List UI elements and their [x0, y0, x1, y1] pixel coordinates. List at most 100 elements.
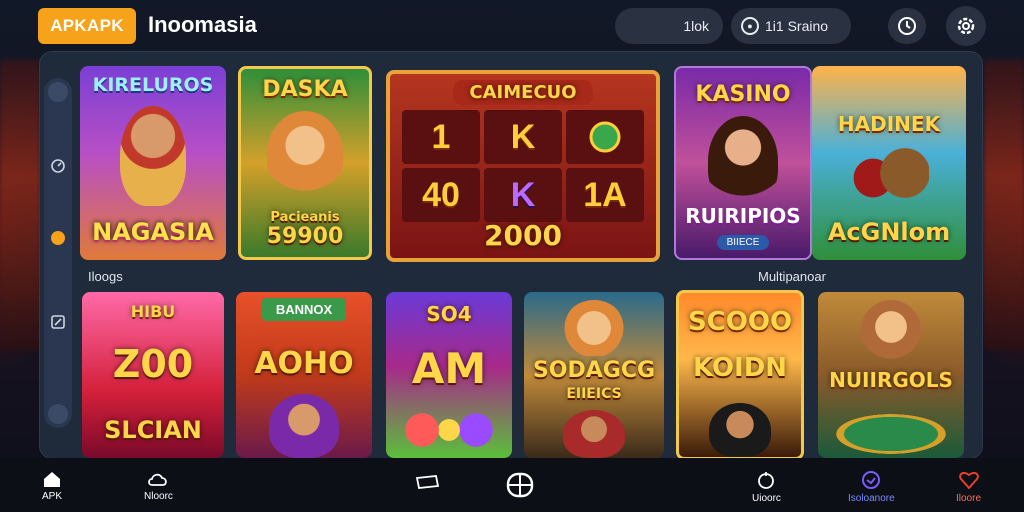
game-title: BANNOX [261, 298, 347, 321]
roulette-table-image [836, 414, 946, 454]
rail-gauge-button[interactable] [48, 156, 68, 176]
jackpot-amount: 2000 [484, 219, 562, 252]
reel-cell [566, 110, 644, 164]
rail-edit-button[interactable] [48, 312, 68, 332]
hostess-image [708, 116, 778, 206]
circle-icon [862, 471, 881, 489]
rail-scroll-knob-bottom[interactable] [48, 404, 68, 424]
game-tile-kasino[interactable]: KASINO RUIRIPIOS BIIECE [674, 66, 812, 260]
games-panel: KIRELUROS NAGASIA DASKA Pacieanis 59900 … [40, 52, 982, 460]
nav-label: Nloorc [144, 491, 173, 502]
game-title: HADINEK [837, 112, 941, 136]
nav-label: Uioorc [752, 493, 781, 504]
balance-value: 1lok [683, 18, 709, 34]
reel-cell: 1A [566, 168, 644, 222]
clock-icon [898, 17, 916, 35]
header: APKAPK Inoomasia 1lok ● 1i1 Sraino [0, 0, 1024, 52]
rail-coin-button[interactable] [48, 228, 68, 248]
nav-item-isoloanore[interactable]: Isoloanore [848, 470, 895, 504]
jackpot-amount: 59900 [266, 224, 344, 249]
game-tile-so4[interactable]: SO4 AM [386, 292, 512, 458]
home-icon [44, 472, 60, 487]
game-subtitle: NAGASIA [92, 218, 214, 246]
side-rail [44, 78, 72, 428]
treasure-image [849, 148, 929, 198]
game-tile-scooo[interactable]: SCOOO KOIDN [676, 290, 804, 460]
site-title: Inoomasia [148, 12, 257, 37]
game-subtitle: AcGNlom [827, 218, 951, 246]
nav-label: Iloore [956, 493, 982, 504]
nav-label: Isoloanore [848, 493, 895, 504]
reel-cell: K [484, 110, 562, 164]
slot-reels: 1 K 40 K 1A [402, 110, 644, 222]
section-label-left: Iloogs [88, 269, 123, 284]
game-badge: BIIECE [716, 235, 770, 250]
game-title: KASINO [695, 82, 791, 107]
coin-icon [589, 121, 621, 153]
region-pill[interactable]: ● 1i1 Sraino [731, 8, 851, 44]
region-label: 1i1 Sraino [765, 18, 829, 34]
rail-scroll-knob-top[interactable] [48, 82, 68, 102]
game-tile-sodagcg[interactable]: SODAGCG EIIEICS [524, 292, 664, 458]
game-tile-kireluros[interactable]: KIRELUROS NAGASIA [80, 66, 226, 260]
edit-icon [51, 315, 65, 329]
nav-item-uioorc[interactable]: Uioorc [752, 470, 781, 504]
game-tile-hibu[interactable]: HIBU Z00 SLCIAN [82, 292, 224, 458]
region-icon: ● [741, 17, 759, 35]
gauge-icon [51, 159, 65, 173]
nav-item-grid[interactable] [506, 472, 534, 501]
heart-icon [958, 471, 979, 490]
game-subtitle: Z00 [112, 342, 194, 386]
game-tile-daska[interactable]: DASKA Pacieanis 59900 [238, 66, 372, 260]
nav-label: APK [42, 491, 63, 502]
game-tile-nuiirgols[interactable]: NUIIRGOLS [818, 292, 964, 458]
character-image [269, 394, 339, 458]
game-subtitle: KOIDN [692, 353, 788, 383]
game-title: SODAGCG [532, 358, 656, 383]
reel-cell: 40 [402, 168, 480, 222]
player-image [563, 410, 625, 458]
nav-item-home[interactable]: APK [42, 470, 62, 502]
balance-pill[interactable]: 1lok [615, 8, 723, 44]
game-tile-caimecuo[interactable]: CAIMECUO 1 K 40 K 1A 2000 [386, 70, 660, 262]
gear-icon [957, 17, 975, 35]
cards-icon [415, 475, 440, 489]
nav-item-iloore[interactable]: Iloore [956, 470, 981, 504]
coin-icon [758, 472, 775, 489]
game-title: NUIIRGOLS [829, 368, 953, 392]
game-title: HIBU [130, 302, 176, 321]
background-slot-machine-left [0, 60, 40, 350]
game-tile-bannox[interactable]: BANNOX AOHO [236, 292, 372, 458]
character-image [120, 106, 186, 206]
nav-item-cards[interactable] [414, 474, 440, 495]
lion-image [563, 300, 625, 356]
coin-icon [51, 231, 65, 245]
cloud-icon [148, 473, 168, 486]
history-button[interactable] [888, 8, 926, 44]
section-label-right: Multipanoar [758, 269, 826, 284]
app-logo[interactable]: APKAPK [38, 8, 136, 44]
candy-image [404, 412, 494, 448]
game-footer: SLCIAN [104, 416, 202, 444]
game-subtitle: AM [411, 344, 487, 393]
lion-image [861, 300, 921, 360]
game-title: SCOOO [687, 307, 793, 337]
reel-cell: 1 [402, 110, 480, 164]
grid-icon [506, 472, 534, 498]
game-title: DASKA [262, 77, 348, 102]
tiger-image [267, 111, 343, 197]
game-title: SO4 [426, 302, 472, 326]
game-subtitle: Pacieanis [270, 210, 340, 225]
bottom-nav: APK Nloorc Uioorc Isoloanore Iloore [0, 458, 1024, 512]
nav-item-nloorc[interactable]: Nloorc [144, 470, 173, 502]
game-title: KIRELUROS [92, 74, 214, 96]
game-subtitle: AOHO [254, 346, 354, 381]
game-subtitle: RUIRIPIOS [685, 204, 801, 228]
game-title: CAIMECUO [453, 80, 593, 105]
settings-button[interactable] [946, 6, 986, 46]
player-image [709, 403, 771, 457]
background-slot-machine-right [984, 60, 1024, 350]
reel-cell: K [484, 168, 562, 222]
game-subtitle: EIIEICS [566, 386, 622, 402]
game-tile-hadinek[interactable]: HADINEK AcGNlom [812, 66, 966, 260]
